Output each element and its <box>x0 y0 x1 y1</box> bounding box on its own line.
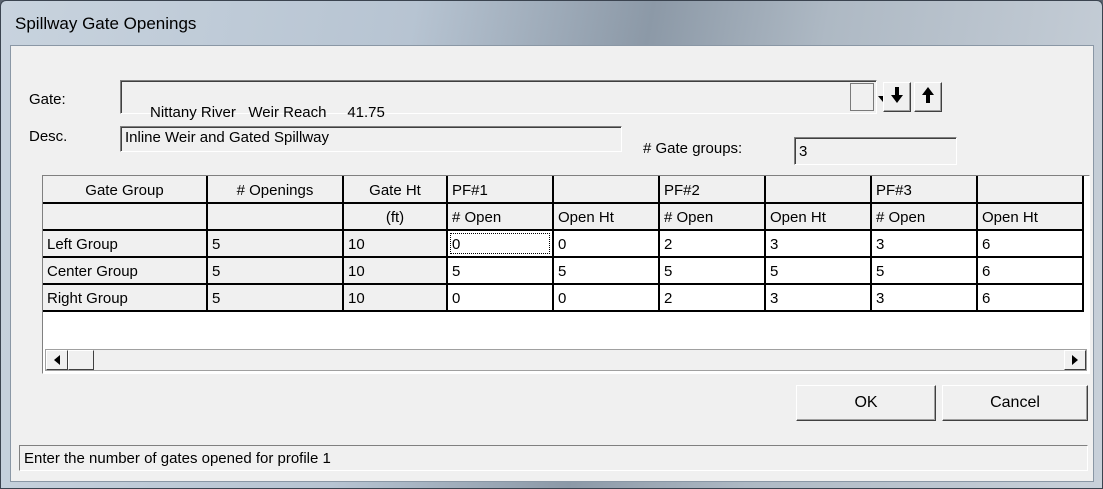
grid-cell[interactable]: 5 <box>553 257 660 285</box>
scroll-left-button[interactable] <box>46 350 68 370</box>
grid-cell[interactable]: 5 <box>659 257 766 285</box>
table-row: Left Group 5 10 0 0 2 3 3 6 <box>43 230 1084 258</box>
table-row: Right Group 5 10 0 0 2 3 3 6 <box>43 284 1084 312</box>
subheader-pf3-open-ht: Open Ht <box>977 203 1084 231</box>
subheader-gate-ht-units: (ft) <box>343 203 448 231</box>
header-gate-group: Gate Group <box>43 176 208 204</box>
grid-cell[interactable]: 5 <box>207 284 344 312</box>
grid-cell[interactable]: 10 <box>343 230 448 258</box>
dialog-client: Gate: Nittany River Weir Reach 41.75 Des… <box>10 45 1094 482</box>
grid-cell[interactable]: 10 <box>343 284 448 312</box>
subheader-pf3-open: # Open <box>871 203 978 231</box>
grid-cell[interactable]: 5 <box>207 257 344 285</box>
grid-cell[interactable]: 3 <box>765 284 872 312</box>
gate-groups-field[interactable]: 3 <box>794 137 957 165</box>
scroll-right-button[interactable] <box>1064 350 1086 370</box>
grid-header-row-1: Gate Group # Openings Gate Ht PF#1 PF#2 … <box>43 176 1084 204</box>
grid-cell[interactable]: 0 <box>553 284 660 312</box>
header-openings: # Openings <box>207 176 344 204</box>
grid-cell[interactable]: 6 <box>977 284 1084 312</box>
arrow-down-icon <box>891 87 903 107</box>
grid-cell[interactable]: 2 <box>659 284 766 312</box>
grid-cell[interactable]: 5 <box>871 257 978 285</box>
window-title: Spillway Gate Openings <box>15 14 197 33</box>
grid-cell[interactable]: 6 <box>977 230 1084 258</box>
desc-label: Desc. <box>29 128 68 145</box>
arrow-up-icon <box>922 87 934 107</box>
grid-cell[interactable]: 3 <box>871 284 978 312</box>
grid-cell[interactable]: 6 <box>977 257 1084 285</box>
subheader-pf1-open: # Open <box>447 203 554 231</box>
table-row: Center Group 5 10 5 5 5 5 5 6 <box>43 257 1084 285</box>
header-gate-ht: Gate Ht <box>343 176 448 204</box>
header-pf1-blank <box>553 176 660 204</box>
scroll-right-icon <box>1072 352 1078 369</box>
grid-cell[interactable]: 5 <box>765 257 872 285</box>
row-label: Center Group <box>43 257 208 285</box>
gate-label: Gate: <box>29 91 66 108</box>
row-label: Right Group <box>43 284 208 312</box>
chevron-down-icon <box>836 72 888 123</box>
grid-table: Gate Group # Openings Gate Ht PF#1 PF#2 … <box>43 176 1084 312</box>
status-bar: Enter the number of gates opened for pro… <box>19 445 1088 471</box>
cancel-button[interactable]: Cancel <box>942 385 1088 421</box>
dialog-window: Spillway Gate Openings Gate: Nittany Riv… <box>0 0 1103 489</box>
row-label: Left Group <box>43 230 208 258</box>
gate-groups-label: # Gate groups: <box>643 140 743 157</box>
scroll-left-icon <box>54 352 60 369</box>
ok-button[interactable]: OK <box>796 385 936 421</box>
grid-cell[interactable]: 3 <box>871 230 978 258</box>
header-pf3: PF#3 <box>871 176 978 204</box>
subheader-pf2-open: # Open <box>659 203 766 231</box>
gate-openings-grid: Gate Group # Openings Gate Ht PF#1 PF#2 … <box>42 175 1090 374</box>
subheader-blank-1 <box>43 203 208 231</box>
subheader-pf2-open-ht: Open Ht <box>765 203 872 231</box>
grid-cell[interactable]: 10 <box>343 257 448 285</box>
gate-station: 41.75 <box>347 104 385 121</box>
grid-header-row-2: (ft) # Open Open Ht # Open Open Ht # Ope… <box>43 203 1084 231</box>
grid-cell[interactable]: 0 <box>447 284 554 312</box>
desc-field[interactable]: Inline Weir and Gated Spillway <box>120 126 622 152</box>
grid-cell[interactable]: 0 <box>553 230 660 258</box>
grid-cell[interactable]: 5 <box>447 257 554 285</box>
grid-cell[interactable]: 3 <box>765 230 872 258</box>
gate-dropdown-button[interactable] <box>850 83 888 111</box>
header-pf3-blank <box>977 176 1084 204</box>
gate-river: Nittany River <box>150 104 236 121</box>
horizontal-scrollbar[interactable] <box>45 349 1087 371</box>
move-up-button[interactable] <box>914 82 942 112</box>
scrollbar-thumb[interactable] <box>68 350 94 370</box>
subheader-blank-2 <box>207 203 344 231</box>
grid-cell-active[interactable]: 0 <box>447 230 554 258</box>
gate-reach: Weir Reach <box>248 104 327 121</box>
header-pf2: PF#2 <box>659 176 766 204</box>
move-down-button[interactable] <box>883 82 911 112</box>
subheader-pf1-open-ht: Open Ht <box>553 203 660 231</box>
header-pf2-blank <box>765 176 872 204</box>
grid-cell[interactable]: 5 <box>207 230 344 258</box>
gate-select[interactable]: Nittany River Weir Reach 41.75 <box>120 80 888 121</box>
header-pf1: PF#1 <box>447 176 554 204</box>
grid-cell[interactable]: 2 <box>659 230 766 258</box>
